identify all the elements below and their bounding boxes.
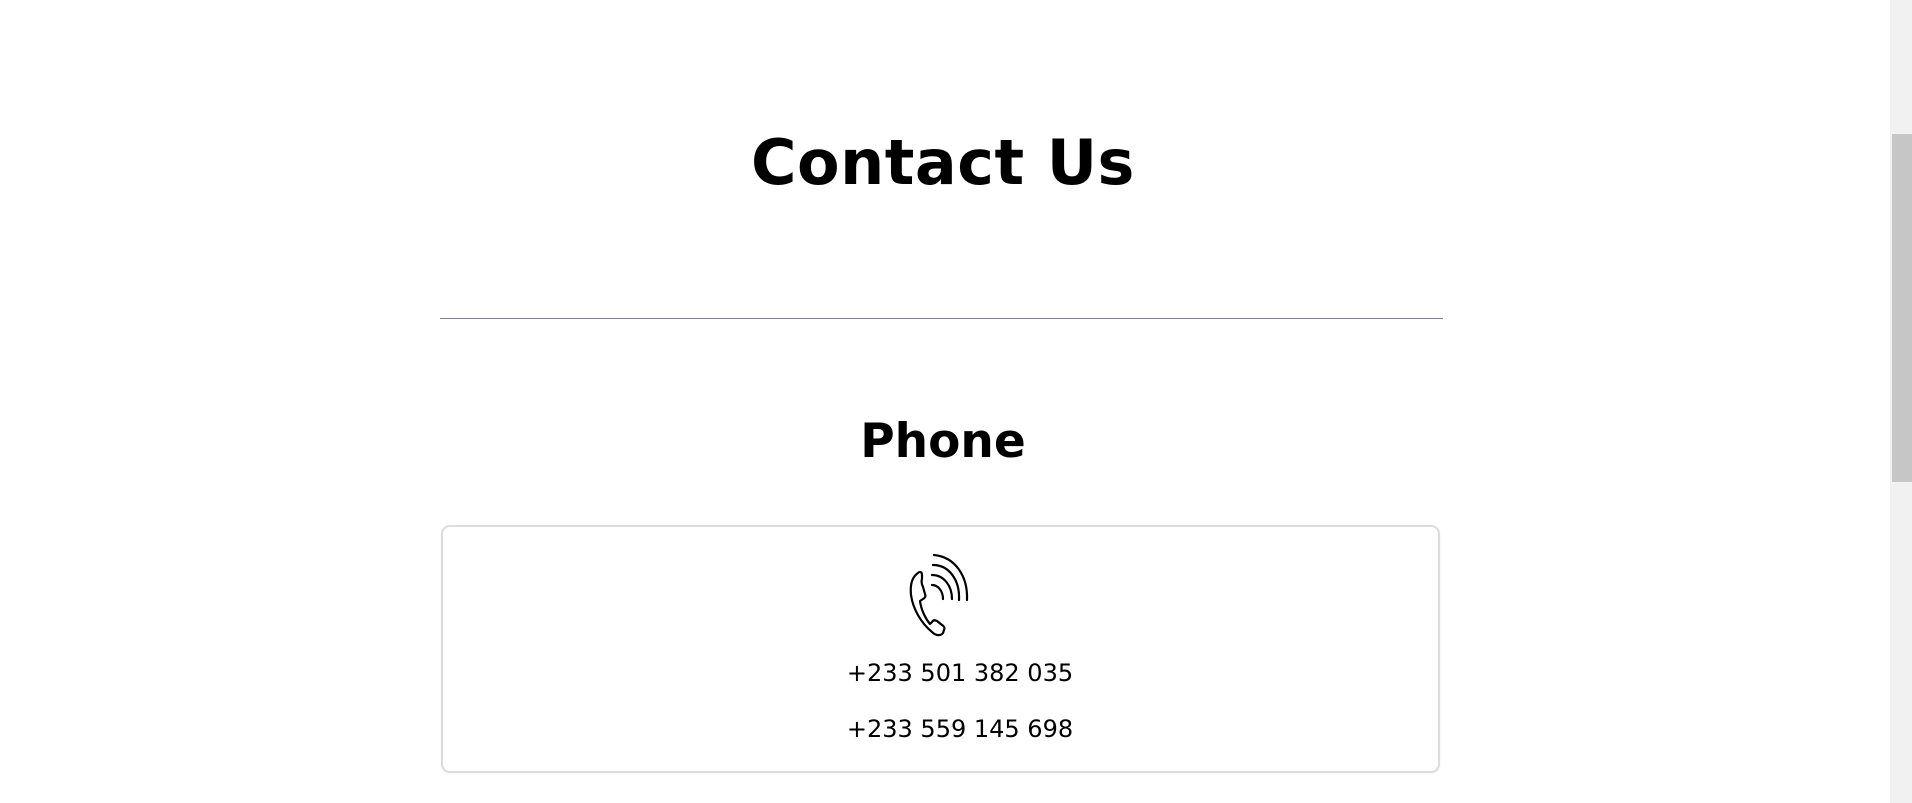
page-title: Contact Us	[751, 126, 1135, 199]
phone-number-secondary[interactable]: +233 559 145 698	[0, 714, 1912, 744]
phone-section-heading: Phone	[860, 414, 1026, 469]
section-divider	[440, 318, 1443, 319]
phone-number-primary[interactable]: +233 501 382 035	[0, 658, 1912, 688]
scrollbar-thumb[interactable]	[1892, 134, 1912, 482]
page: Contact Us Phone +233 501 382 035 +233 5…	[0, 0, 1912, 803]
vertical-scrollbar[interactable]	[1890, 0, 1912, 803]
phone-ringing-icon	[909, 553, 969, 637]
main-content: Contact Us Phone +233 501 382 035 +233 5…	[0, 0, 1890, 803]
